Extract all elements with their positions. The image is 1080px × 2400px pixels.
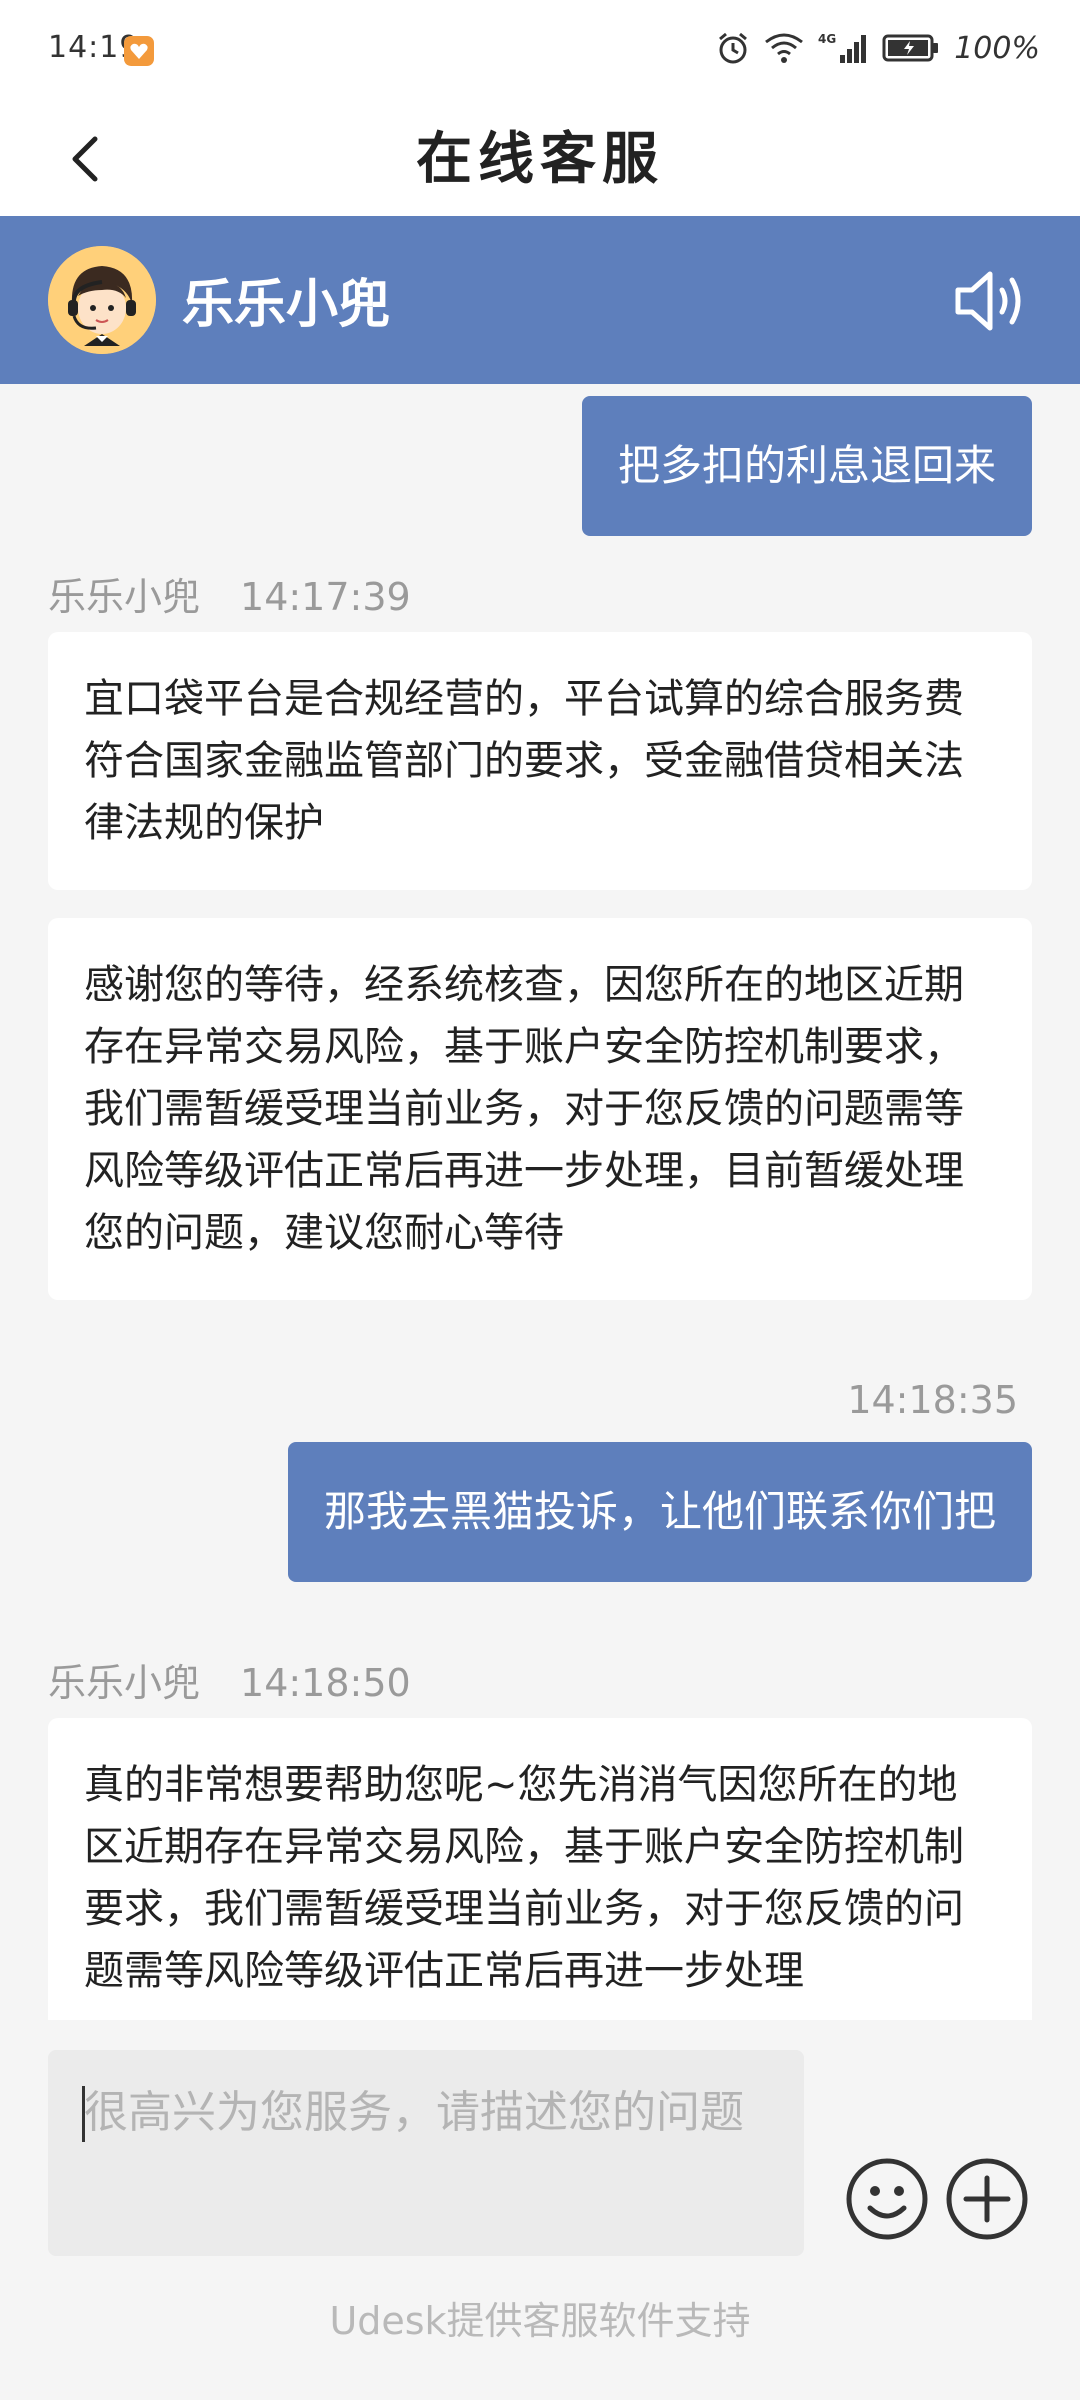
agent-message: 感谢您的等待，经系统核查，因您所在的地区近期存在异常交易风险，基于账户安全防控机… — [48, 918, 1032, 1300]
smiley-icon — [846, 2158, 928, 2240]
plus-button[interactable] — [944, 2156, 1030, 2242]
agent-name: 乐乐小兜 — [182, 275, 391, 335]
footer-text: Udesk提供客服软件支持 — [329, 2299, 751, 2343]
input-placeholder: 很高兴为您服务，请描述您的问题 — [84, 2087, 744, 2138]
user-message-meta: 14:18:35 — [847, 1378, 1018, 1422]
speaker-icon — [955, 271, 1021, 331]
message-input[interactable]: 很高兴为您服务，请描述您的问题 — [48, 2050, 804, 2256]
nav-bar: 在线客服 — [0, 100, 1080, 216]
plus-circle-icon — [946, 2158, 1028, 2240]
agent-message-meta: 乐乐小兜 14:18:50 — [48, 1652, 411, 1707]
status-bar: 14:19 4G 100% — [0, 0, 1080, 100]
agent-message: 宜口袋平台是合规经营的，平台试算的综合服务费符合国家金融监管部门的要求，受金融借… — [48, 632, 1032, 890]
agent-message: 真的非常想要帮助您呢~您先消消气因您所在的地区近期存在异常交易风险，基于账户安全… — [48, 1718, 1032, 2020]
signal-icon: 4G — [818, 32, 867, 63]
message-time: 14:18:35 — [847, 1378, 1018, 1422]
message-time: 14:18:50 — [240, 1661, 411, 1705]
agent-message-meta: 乐乐小兜 14:17:39 — [48, 566, 411, 621]
status-icons: 4G 100% — [716, 28, 1040, 68]
emoji-button[interactable] — [844, 2156, 930, 2242]
agent-avatar — [48, 246, 156, 354]
battery-percent: 100% — [954, 30, 1040, 66]
chat-area[interactable]: 把多扣的利息退回来 乐乐小兜 14:17:39 宜口袋平台是合规经营的，平台试算的… — [0, 384, 1080, 2020]
alarm-icon — [719, 32, 748, 64]
sender-name: 乐乐小兜 — [48, 575, 201, 619]
agent-header: 乐乐小兜 — [0, 216, 1080, 384]
speaker-button[interactable] — [952, 266, 1032, 336]
page-title: 在线客服 — [416, 127, 664, 192]
input-area: 很高兴为您服务，请描述您的问题 Udesk提供客服软件支持 — [0, 2020, 1080, 2400]
svg-text:4G: 4G — [818, 32, 836, 46]
battery-icon — [882, 34, 939, 62]
message-time: 14:17:39 — [240, 575, 411, 619]
user-message: 那我去黑猫投诉，让他们联系你们把 — [287, 1442, 1032, 1582]
user-message: 把多扣的利息退回来 — [581, 396, 1032, 536]
wifi-icon — [765, 33, 804, 63]
app-notification-icon — [124, 36, 154, 66]
sender-name: 乐乐小兜 — [48, 1661, 201, 1705]
